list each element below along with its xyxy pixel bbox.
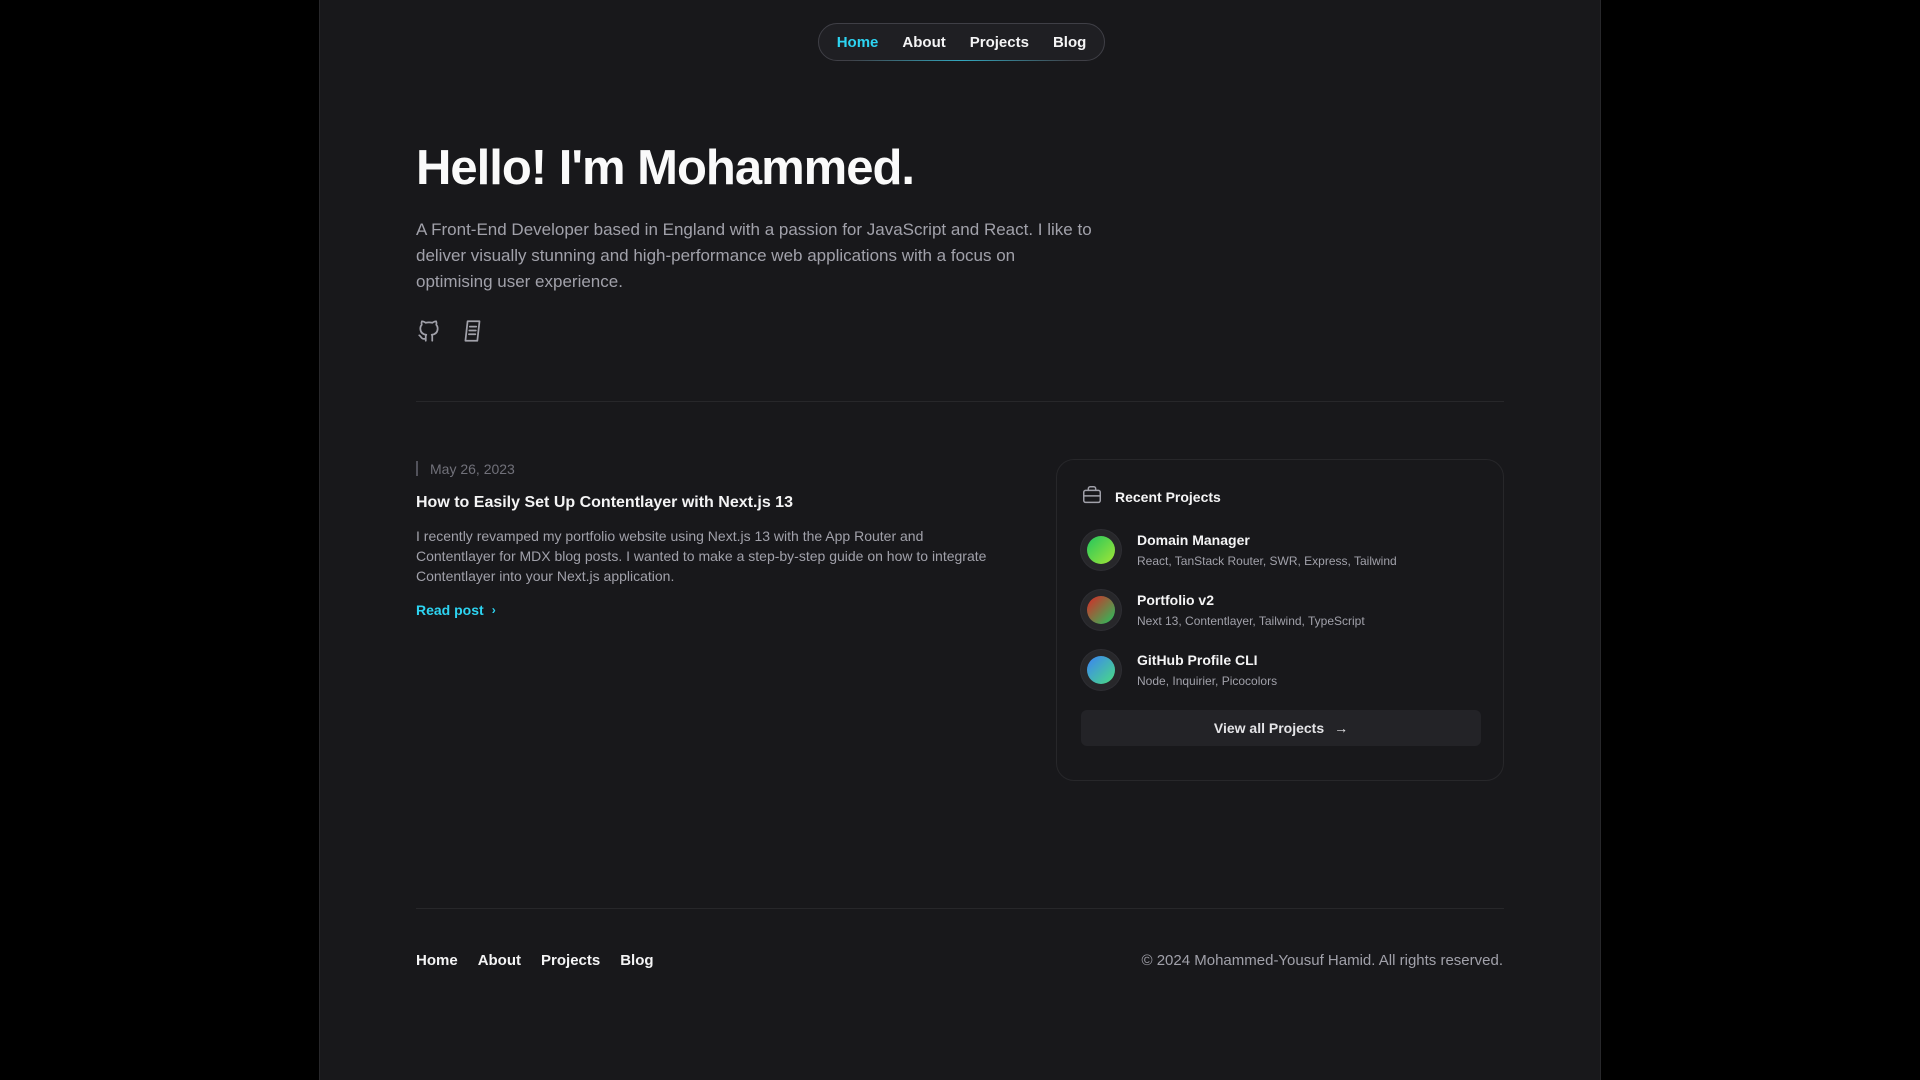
arrow-right-icon: → xyxy=(1334,720,1349,736)
page-container: Home About Projects Blog Hello! I'm Moha… xyxy=(319,0,1601,1080)
social-links xyxy=(416,318,486,344)
github-icon[interactable] xyxy=(416,318,442,344)
footer-home-link[interactable]: Home xyxy=(416,952,458,969)
nav-projects-link[interactable]: Projects xyxy=(970,34,1029,51)
copyright-text: © 2024 Mohammed-Yousuf Hamid. All rights… xyxy=(1141,952,1503,969)
footer-nav: Home About Projects Blog xyxy=(416,952,654,969)
read-post-link[interactable]: Read post › xyxy=(416,602,496,618)
section-divider xyxy=(416,401,1504,402)
project-item[interactable]: GitHub Profile CLI Node, Inquirier, Pico… xyxy=(1081,649,1479,690)
project-logo xyxy=(1081,589,1121,630)
project-name: Portfolio v2 xyxy=(1137,591,1215,608)
project-tech: Next 13, Contentlayer, Tailwind, TypeScr… xyxy=(1137,613,1365,628)
recent-projects-title: Recent Projects xyxy=(1115,488,1221,505)
nav-blog-link[interactable]: Blog xyxy=(1053,34,1086,51)
project-tech: Node, Inquirier, Picocolors xyxy=(1137,673,1278,688)
post-title[interactable]: How to Easily Set Up Contentlayer with N… xyxy=(416,494,996,512)
project-list: Domain Manager React, TanStack Router, S… xyxy=(1081,529,1479,690)
recent-projects-header: Recent Projects xyxy=(1081,484,1479,509)
view-all-projects-button[interactable]: View all Projects → xyxy=(1081,710,1481,746)
footer-projects-link[interactable]: Projects xyxy=(541,952,600,969)
post-date: May 26, 2023 xyxy=(416,460,996,478)
resume-icon[interactable] xyxy=(460,318,486,344)
footer-divider xyxy=(416,908,1504,909)
project-logo xyxy=(1081,529,1121,570)
project-item[interactable]: Portfolio v2 Next 13, Contentlayer, Tail… xyxy=(1081,589,1479,630)
project-item[interactable]: Domain Manager React, TanStack Router, S… xyxy=(1081,529,1479,570)
project-name: GitHub Profile CLI xyxy=(1137,651,1258,668)
top-nav: Home About Projects Blog xyxy=(818,23,1105,61)
project-tech: React, TanStack Router, SWR, Express, Ta… xyxy=(1137,553,1397,568)
read-post-label: Read post xyxy=(416,602,484,618)
view-all-label: View all Projects xyxy=(1213,720,1325,736)
footer-about-link[interactable]: About xyxy=(478,952,521,969)
nav-glow-underline xyxy=(849,60,1074,61)
recent-projects-card: Recent Projects Domain Manager React, Ta… xyxy=(1056,459,1504,781)
project-logo xyxy=(1081,649,1121,690)
hero-title: Hello! I'm Mohammed. xyxy=(416,141,915,195)
footer-blog-link[interactable]: Blog xyxy=(620,952,653,969)
project-name: Domain Manager xyxy=(1137,531,1250,548)
nav-home-link[interactable]: Home xyxy=(837,34,879,51)
blog-post-card: May 26, 2023 How to Easily Set Up Conten… xyxy=(416,460,996,620)
hero-description: A Front-End Developer based in England w… xyxy=(416,220,1092,291)
post-excerpt: I recently revamped my portfolio website… xyxy=(416,528,987,584)
chevron-right-icon: › xyxy=(491,603,496,617)
nav-about-link[interactable]: About xyxy=(902,34,945,51)
briefcase-icon xyxy=(1081,484,1103,509)
